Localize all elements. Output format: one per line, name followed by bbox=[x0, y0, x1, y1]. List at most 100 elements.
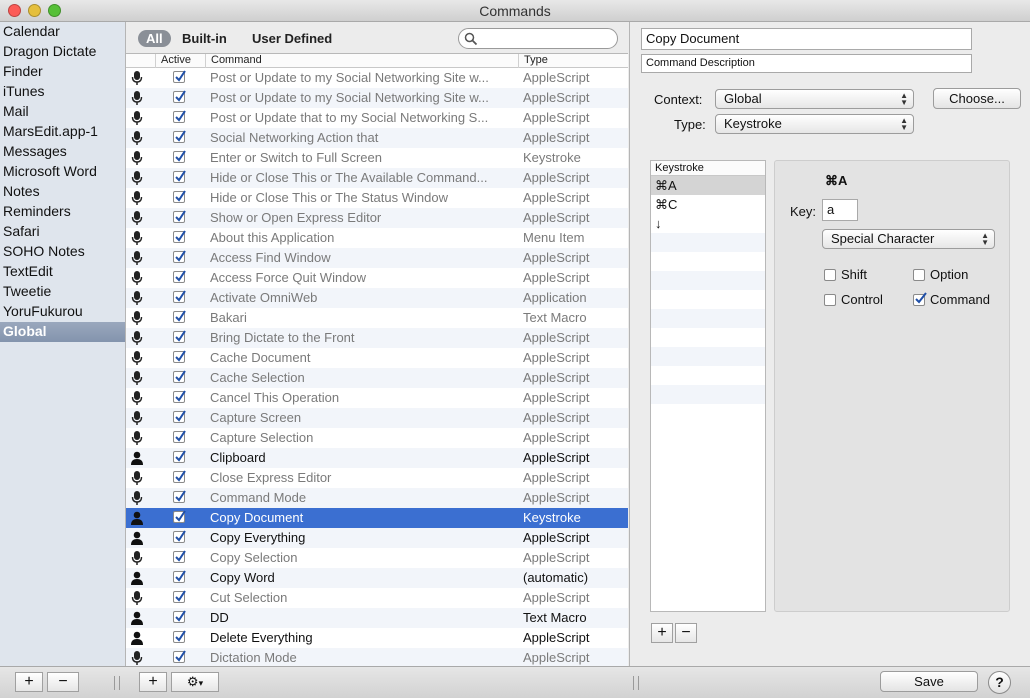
sidebar-item-messages[interactable]: Messages bbox=[0, 142, 125, 162]
help-button[interactable]: ? bbox=[988, 671, 1011, 694]
table-row-selected[interactable]: Copy Document Keystroke bbox=[126, 508, 628, 528]
active-checkbox[interactable] bbox=[173, 590, 186, 603]
table-row[interactable]: Access Find Window AppleScript bbox=[126, 248, 628, 268]
sidebar-item-calendar[interactable]: Calendar bbox=[0, 22, 125, 42]
keystroke-item[interactable]: ⌘C bbox=[651, 195, 765, 214]
resize-grip-icon[interactable] bbox=[633, 676, 639, 690]
active-checkbox[interactable] bbox=[173, 250, 186, 263]
command-description-field[interactable]: Command Description bbox=[641, 54, 972, 73]
sidebar-item-soho-notes[interactable]: SOHO Notes bbox=[0, 242, 125, 262]
choose-button[interactable]: Choose... bbox=[933, 88, 1021, 109]
active-checkbox[interactable] bbox=[173, 450, 186, 463]
table-row[interactable]: Access Force Quit Window AppleScript bbox=[126, 268, 628, 288]
table-row[interactable]: Dictation Mode AppleScript bbox=[126, 648, 628, 666]
sidebar-item-textedit[interactable]: TextEdit bbox=[0, 262, 125, 282]
active-checkbox[interactable] bbox=[173, 330, 186, 343]
active-checkbox[interactable] bbox=[173, 110, 186, 123]
table-row[interactable]: About this Application Menu Item bbox=[126, 228, 628, 248]
close-window-button[interactable] bbox=[8, 4, 21, 17]
type-popup[interactable]: Keystroke ▲ ▼ bbox=[715, 114, 914, 134]
table-row[interactable]: Clipboard AppleScript bbox=[126, 448, 628, 468]
active-checkbox[interactable] bbox=[173, 370, 186, 383]
table-row[interactable]: Delete Everything AppleScript bbox=[126, 628, 628, 648]
table-row[interactable]: Cancel This Operation AppleScript bbox=[126, 388, 628, 408]
command-checkbox[interactable] bbox=[913, 292, 927, 306]
sidebar-item-notes[interactable]: Notes bbox=[0, 182, 125, 202]
table-row[interactable]: Social Networking Action that AppleScript bbox=[126, 128, 628, 148]
option-checkbox[interactable] bbox=[913, 269, 925, 281]
table-row[interactable]: Capture Selection AppleScript bbox=[126, 428, 628, 448]
active-checkbox[interactable] bbox=[173, 310, 186, 323]
remove-context-button[interactable]: − bbox=[47, 672, 79, 692]
table-row[interactable]: Bakari Text Macro bbox=[126, 308, 628, 328]
add-command-button[interactable]: + bbox=[139, 672, 167, 692]
active-checkbox[interactable] bbox=[173, 390, 186, 403]
active-checkbox[interactable] bbox=[173, 210, 186, 223]
keystroke-item[interactable]: ↓ bbox=[651, 214, 765, 233]
column-type[interactable]: Type bbox=[519, 54, 619, 68]
active-checkbox[interactable] bbox=[173, 430, 186, 443]
column-command[interactable]: Command bbox=[206, 54, 519, 68]
active-checkbox[interactable] bbox=[173, 630, 186, 643]
sidebar-item-tweetie[interactable]: Tweetie bbox=[0, 282, 125, 302]
table-row[interactable]: Copy Everything AppleScript bbox=[126, 528, 628, 548]
active-checkbox[interactable] bbox=[173, 290, 186, 303]
active-checkbox[interactable] bbox=[173, 90, 186, 103]
table-row[interactable]: Post or Update to my Social Networking S… bbox=[126, 68, 628, 88]
active-checkbox[interactable] bbox=[173, 490, 186, 503]
sidebar-item-global[interactable]: Global bbox=[0, 322, 125, 342]
active-checkbox[interactable] bbox=[173, 610, 186, 623]
active-checkbox[interactable] bbox=[173, 350, 186, 363]
table-row[interactable]: Post or Update to my Social Networking S… bbox=[126, 88, 628, 108]
table-row[interactable]: Command Mode AppleScript bbox=[126, 488, 628, 508]
table-row[interactable]: DD Text Macro bbox=[126, 608, 628, 628]
special-character-popup[interactable]: Special Character ▲ ▼ bbox=[822, 229, 995, 249]
active-checkbox[interactable] bbox=[173, 550, 186, 563]
search-input[interactable] bbox=[458, 28, 618, 49]
active-checkbox[interactable] bbox=[173, 510, 186, 523]
table-row[interactable]: Enter or Switch to Full Screen Keystroke bbox=[126, 148, 628, 168]
table-row[interactable]: Copy Word (automatic) bbox=[126, 568, 628, 588]
table-row[interactable]: Activate OmniWeb Application bbox=[126, 288, 628, 308]
column-active[interactable]: Active bbox=[156, 54, 206, 68]
filter-user-defined-button[interactable]: User Defined bbox=[252, 30, 332, 47]
sidebar-item-marsedit[interactable]: MarsEdit.app-1 bbox=[0, 122, 125, 142]
remove-keystroke-button[interactable]: − bbox=[675, 623, 697, 643]
active-checkbox[interactable] bbox=[173, 70, 186, 83]
table-row[interactable]: Cache Selection AppleScript bbox=[126, 368, 628, 388]
table-row[interactable]: Capture Screen AppleScript bbox=[126, 408, 628, 428]
sidebar-item-itunes[interactable]: iTunes bbox=[0, 82, 125, 102]
sidebar-item-reminders[interactable]: Reminders bbox=[0, 202, 125, 222]
context-popup[interactable]: Global ▲ ▼ bbox=[715, 89, 914, 109]
keystroke-item[interactable]: ⌘A bbox=[651, 176, 765, 195]
table-row[interactable]: Hide or Close This or The Status Window A… bbox=[126, 188, 628, 208]
table-row[interactable]: Copy Selection AppleScript bbox=[126, 548, 628, 568]
active-checkbox[interactable] bbox=[173, 230, 186, 243]
table-row[interactable]: Show or Open Express Editor AppleScript bbox=[126, 208, 628, 228]
active-checkbox[interactable] bbox=[173, 650, 186, 663]
key-field[interactable]: a bbox=[822, 199, 858, 221]
table-row[interactable]: Close Express Editor AppleScript bbox=[126, 468, 628, 488]
active-checkbox[interactable] bbox=[173, 470, 186, 483]
minimize-window-button[interactable] bbox=[28, 4, 41, 17]
add-keystroke-button[interactable]: + bbox=[651, 623, 673, 643]
active-checkbox[interactable] bbox=[173, 530, 186, 543]
shift-checkbox[interactable] bbox=[824, 269, 836, 281]
sidebar-item-microsoft-word[interactable]: Microsoft Word bbox=[0, 162, 125, 182]
resize-grip-icon[interactable] bbox=[114, 676, 120, 690]
filter-all-button[interactable]: All bbox=[138, 30, 171, 47]
zoom-window-button[interactable] bbox=[48, 4, 61, 17]
active-checkbox[interactable] bbox=[173, 130, 186, 143]
active-checkbox[interactable] bbox=[173, 270, 186, 283]
control-checkbox[interactable] bbox=[824, 294, 836, 306]
add-context-button[interactable]: + bbox=[15, 672, 43, 692]
table-row[interactable]: Hide or Close This or The Available Comm… bbox=[126, 168, 628, 188]
save-button[interactable]: Save bbox=[880, 671, 978, 692]
active-checkbox[interactable] bbox=[173, 570, 186, 583]
sidebar-item-mail[interactable]: Mail bbox=[0, 102, 125, 122]
active-checkbox[interactable] bbox=[173, 170, 186, 183]
active-checkbox[interactable] bbox=[173, 150, 186, 163]
table-row[interactable]: Cut Selection AppleScript bbox=[126, 588, 628, 608]
filter-builtin-button[interactable]: Built-in bbox=[182, 30, 227, 47]
sidebar-item-dragon-dictate[interactable]: Dragon Dictate bbox=[0, 42, 125, 62]
